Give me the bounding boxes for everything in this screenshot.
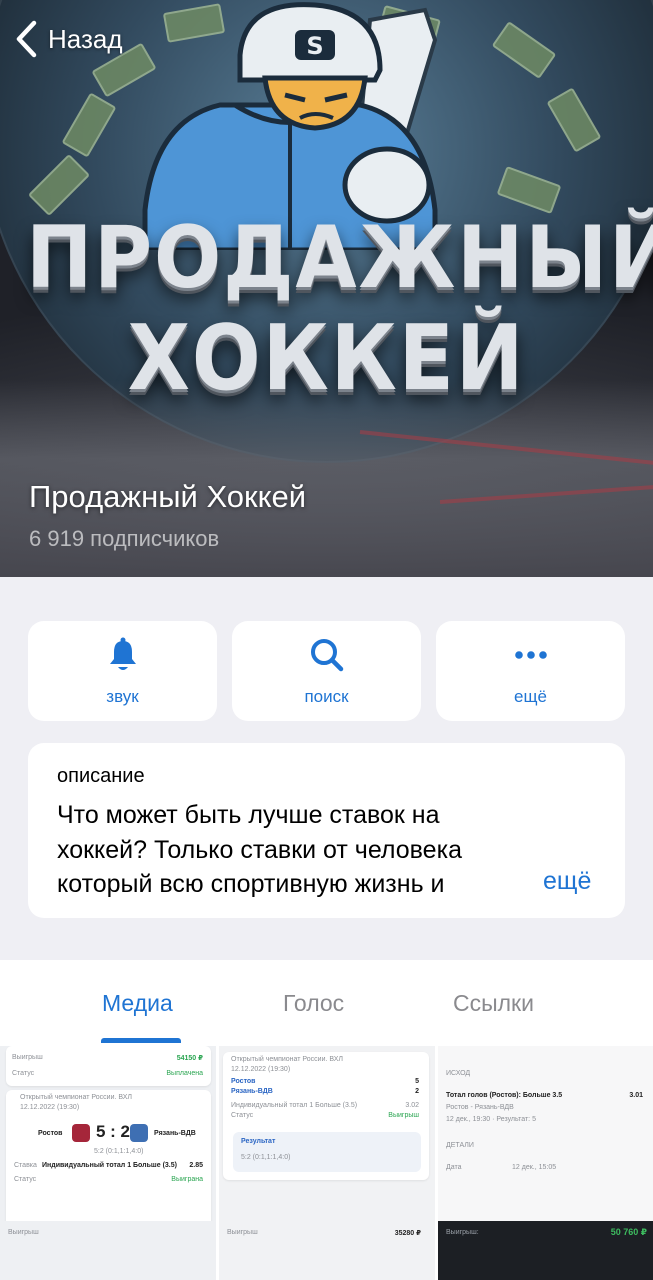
more-button[interactable]: ещё [436, 621, 625, 721]
status-value: Выигрыш [388, 1112, 419, 1119]
match-date: 12.12.2022 (19:30) [231, 1066, 291, 1073]
bet-odds: 3.01 [629, 1092, 643, 1099]
status-value: Выплачена [166, 1070, 203, 1077]
subscriber-count: 6 919 подписчиков [29, 526, 220, 551]
win-label: Выигрыш [227, 1229, 258, 1236]
match-card: Открытый чемпионат России. ВХЛ 12.12.202… [6, 1090, 211, 1235]
outcome-section-label: ИСХОД [446, 1070, 471, 1077]
description-line: Что может быть лучше ставок на [57, 801, 440, 829]
active-tab-indicator [101, 1038, 181, 1043]
description-title: описание [57, 765, 145, 787]
match-time: 12 дек., 19:30 · Результат: 5 [446, 1116, 536, 1123]
bell-icon [109, 637, 136, 670]
bet-value: Индивидуальный тотал 1 Больше (3.5) [231, 1102, 358, 1109]
tab-media[interactable]: Медиа [102, 990, 173, 1017]
channel-name: Продажный Хоккей [29, 479, 307, 514]
match-score: 5 : 2 [96, 1122, 131, 1141]
result-box: Результат 5:2 (0:1,1:1,4:0) [233, 1132, 421, 1172]
tab-voice[interactable]: Голос [283, 990, 344, 1017]
media-thumbnail[interactable]: Выигрыш 35280 ₽ [219, 1221, 435, 1280]
logo-title-line2: ХОККЕЙ [127, 306, 526, 411]
team2-logo-icon [130, 1124, 148, 1142]
win-value: 35280 ₽ [394, 1230, 421, 1237]
bet-summary-card: Выигрыш 54150 ₽ Статус Выплачена [6, 1046, 211, 1086]
helmet-letter: S [306, 32, 323, 60]
media-thumbnail[interactable]: Выигрыш: 50 760 ₽ [438, 1221, 653, 1280]
sound-button[interactable]: звук [28, 621, 217, 721]
bet-odds: 2.85 [189, 1162, 203, 1169]
details-section-label: ДЕТАЛИ [446, 1142, 474, 1149]
team1-logo-icon [72, 1124, 90, 1142]
date-label: Дата [446, 1164, 462, 1171]
team2-name: Рязань-ВДВ [231, 1088, 273, 1095]
match-date: 12.12.2022 (19:30) [20, 1104, 80, 1111]
media-tabs: Медиа Голос Ссылки [0, 960, 653, 1046]
bet-value: Индивидуальный тотал 1 Больше (3.5) [42, 1162, 177, 1169]
sound-label: звук [106, 687, 139, 706]
win-label: Выигрыш: [446, 1229, 479, 1236]
channel-actions: звук поиск ещё [28, 621, 625, 721]
league-name: Открытый чемпионат России. ВХЛ [20, 1094, 133, 1101]
status-label: Статус [14, 1176, 37, 1183]
team1-name: Ростов [38, 1130, 63, 1137]
result-label: Результат [241, 1138, 276, 1145]
description-more-link[interactable]: ещё [543, 867, 591, 896]
search-icon [310, 639, 343, 672]
back-button[interactable]: Назад [14, 20, 123, 58]
bet-odds: 3.02 [405, 1102, 419, 1109]
win-label: Выигрыш [12, 1054, 43, 1061]
win-value: 50 760 ₽ [610, 1227, 647, 1237]
team2-name: Рязань-ВДВ [154, 1130, 196, 1137]
logo-title-line1: ПРОДАЖНЫЙ [26, 208, 653, 308]
tab-links[interactable]: Ссылки [453, 990, 534, 1017]
match-name: Ростов - Рязань-ВДВ [446, 1104, 514, 1111]
result-value: 5:2 (0:1,1:1,4:0) [241, 1154, 291, 1161]
team1-name: Ростов [231, 1078, 256, 1085]
description-card: описание Что может быть лучше ставок на … [28, 743, 625, 918]
status-label: Статус [231, 1112, 254, 1119]
media-thumbnail[interactable]: Выигрыш [0, 1221, 216, 1280]
win-label: Выигрыш [8, 1229, 39, 1236]
win-value: 54150 ₽ [176, 1055, 203, 1062]
date-value: 12 дек., 15:05 [512, 1164, 557, 1171]
search-button[interactable]: поиск [232, 621, 421, 721]
bet-label: Ставка [14, 1162, 37, 1169]
league-name: Открытый чемпионат России. ВХЛ [231, 1056, 344, 1063]
back-label: Назад [48, 23, 123, 54]
description-line: хоккей? Только ставки от человека [57, 835, 462, 864]
bet-value: Тотал голов (Ростов): Больше 3.5 [446, 1092, 563, 1099]
status-label: Статус [12, 1070, 35, 1077]
chevron-left-icon [16, 20, 37, 58]
channel-header: S ПРОДАЖНЫЙ ХОККЕЙ Назад Продажный Хокке… [0, 0, 653, 577]
period-scores: 5:2 (0:1,1:1,4:0) [94, 1148, 144, 1155]
status-value: Выиграна [171, 1176, 203, 1183]
team2-score: 2 [415, 1088, 419, 1095]
search-label: поиск [304, 687, 349, 706]
more-icon [514, 651, 547, 659]
team1-score: 5 [415, 1078, 419, 1085]
bet-ticket-card: Открытый чемпионат России. ВХЛ 12.12.202… [223, 1052, 429, 1180]
more-label: ещё [514, 687, 547, 706]
